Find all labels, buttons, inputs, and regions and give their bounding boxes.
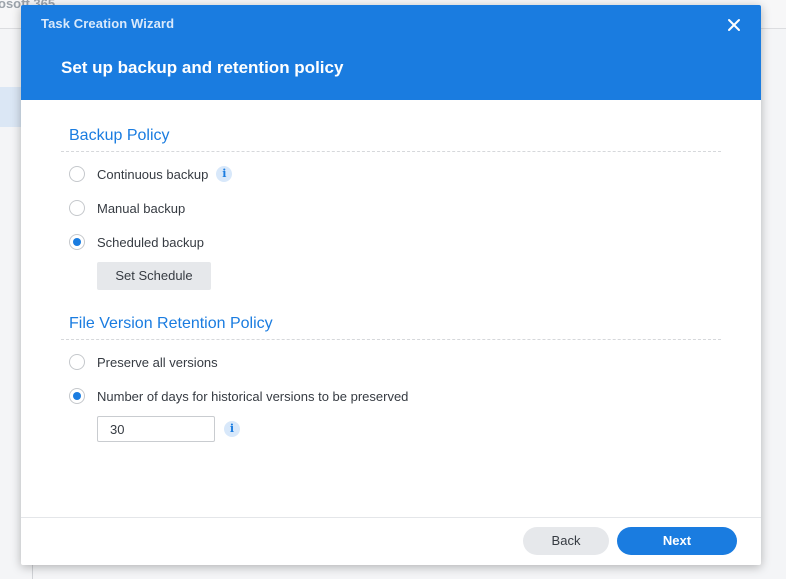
next-button[interactable]: Next — [617, 527, 737, 555]
radio-preserve-all-versions[interactable]: Preserve all versions — [69, 352, 218, 372]
info-icon[interactable]: i — [216, 166, 233, 182]
radio-number-of-days[interactable]: Number of days for historical versions t… — [69, 386, 408, 406]
dialog-header: Task Creation Wizard Set up backup and r… — [21, 5, 761, 100]
task-creation-dialog: Task Creation Wizard Set up backup and r… — [21, 5, 761, 565]
radio-label: Continuous backup — [97, 166, 209, 182]
radio-label: Scheduled backup — [97, 234, 204, 250]
days-input[interactable] — [97, 416, 215, 442]
radio-continuous-backup[interactable]: Continuous backup i — [69, 164, 233, 184]
back-button[interactable]: Back — [523, 527, 609, 555]
radio-button[interactable] — [69, 200, 85, 216]
footer-divider — [21, 517, 761, 518]
radio-button[interactable] — [69, 354, 85, 370]
radio-manual-backup[interactable]: Manual backup — [69, 198, 185, 218]
radio-label: Manual backup — [97, 200, 186, 216]
step-title: Set up backup and retention policy — [61, 58, 344, 77]
retention-policy-title: File Version Retention Policy — [69, 315, 273, 332]
backup-policy-title: Backup Policy — [69, 127, 170, 144]
retention-policy-divider — [61, 339, 721, 340]
radio-button[interactable] — [69, 388, 85, 404]
background-sidebar-item — [0, 87, 22, 127]
close-button[interactable] — [725, 16, 743, 34]
set-schedule-button[interactable]: Set Schedule — [97, 262, 211, 290]
info-icon[interactable]: i — [224, 421, 240, 437]
radio-scheduled-backup[interactable]: Scheduled backup — [69, 232, 204, 252]
radio-label: Number of days for historical versions t… — [97, 388, 409, 404]
radio-button[interactable] — [69, 234, 85, 250]
close-icon — [728, 19, 740, 31]
wizard-title: Task Creation Wizard — [41, 16, 175, 31]
radio-button[interactable] — [69, 166, 85, 182]
backup-policy-divider — [61, 151, 721, 152]
radio-label: Preserve all versions — [97, 354, 218, 370]
